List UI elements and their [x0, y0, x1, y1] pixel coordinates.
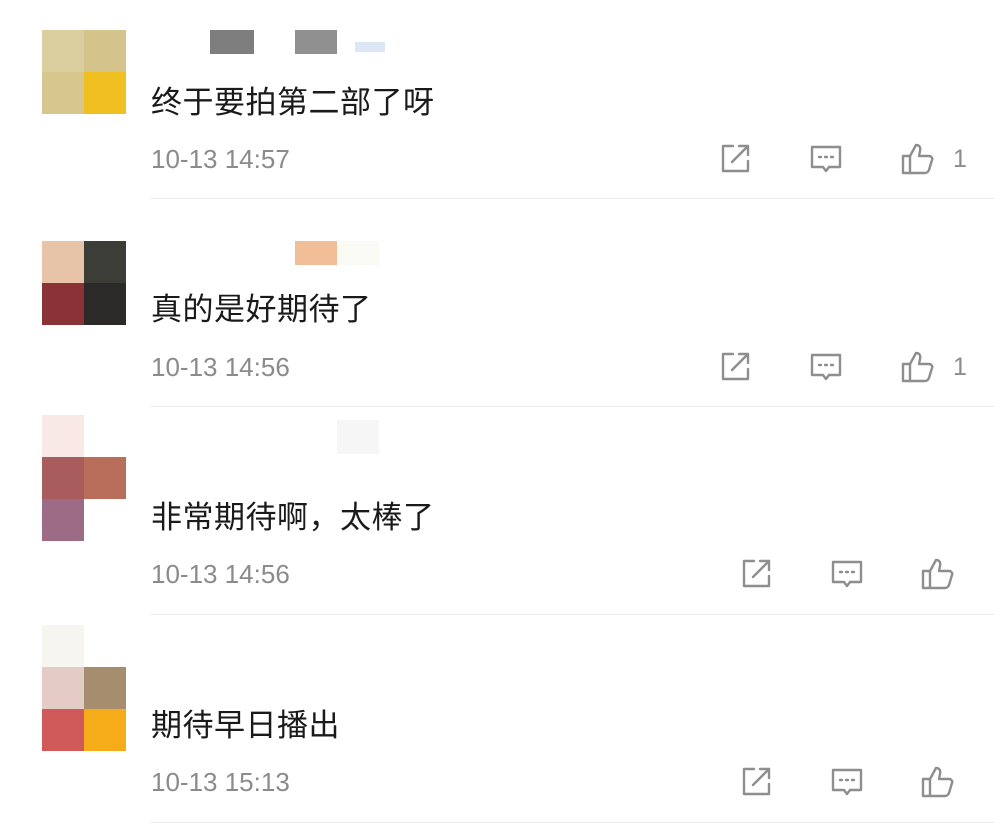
comment-timestamp: 10-13 15:13	[151, 767, 290, 797]
comment-text: 非常期待啊，太棒了	[151, 500, 435, 536]
share-icon[interactable]	[717, 349, 753, 385]
thumbs-up-icon[interactable]	[920, 764, 956, 800]
avatar[interactable]	[42, 241, 126, 325]
comment-text: 期待早日播出	[151, 708, 340, 744]
thumbs-up-icon[interactable]	[900, 349, 936, 385]
username-blurred[interactable]	[150, 241, 390, 265]
avatar[interactable]	[42, 415, 126, 541]
like-count: 1	[953, 353, 967, 381]
divider	[150, 614, 994, 615]
comment-timestamp: 10-13 14:56	[151, 352, 290, 382]
username-blurred[interactable]	[150, 420, 390, 454]
divider	[150, 406, 994, 407]
share-icon[interactable]	[738, 556, 774, 592]
comment-icon[interactable]	[829, 764, 865, 800]
divider	[150, 822, 994, 823]
thumbs-up-icon[interactable]	[920, 556, 956, 592]
comment-icon[interactable]	[829, 556, 865, 592]
comment-item: 期待早日播出 10-13 15:13	[0, 0, 994, 823]
comment-timestamp: 10-13 14:56	[151, 559, 290, 589]
avatar[interactable]	[42, 625, 126, 751]
comment-icon[interactable]	[808, 349, 844, 385]
share-icon[interactable]	[738, 764, 774, 800]
comment-text: 真的是好期待了	[151, 292, 372, 328]
